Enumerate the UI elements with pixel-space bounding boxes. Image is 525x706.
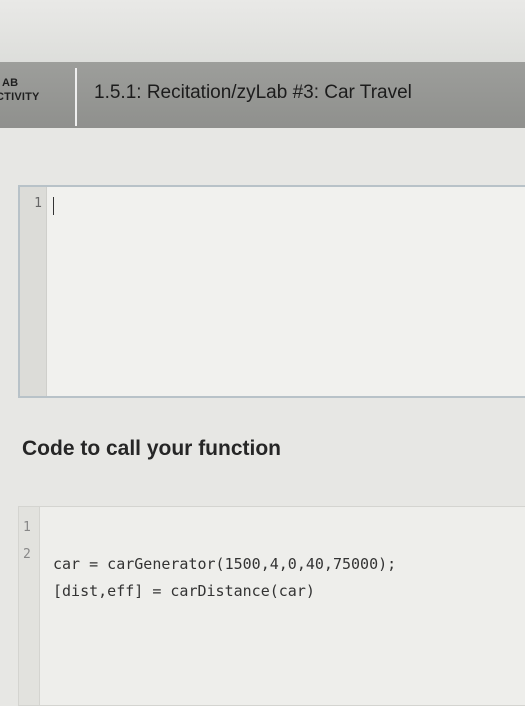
code-editor[interactable]: 1 [18,185,525,398]
activity-title: 1.5.1: Recitation/zyLab #3: Car Travel [94,82,412,103]
editor-line-number: 1 [34,196,42,211]
activity-type-label: AB CTIVITY [0,76,60,104]
section-heading: Code to call your function [22,437,282,460]
activity-header: AB CTIVITY 1.5.1: Recitation/zyLab #3: C… [0,62,525,128]
call-code-block: 1 car = carGenerator(1500,4,0,40,75000);… [18,506,525,706]
activity-type-line1: AB [2,77,19,89]
text-cursor [53,197,54,215]
top-background [0,0,525,62]
code-line-text: [dist,eff] = carDistance(car) [53,582,315,600]
editor-gutter: 1 [20,187,47,396]
code-line: 2 [dist,eff] = carDistance(car) [19,546,525,600]
code-line: 1 car = carGenerator(1500,4,0,40,75000); [19,519,525,573]
code-line-number: 2 [23,547,31,562]
code-line-number: 1 [23,520,31,535]
activity-type-line2: CTIVITY [0,91,40,103]
header-divider [75,68,77,126]
